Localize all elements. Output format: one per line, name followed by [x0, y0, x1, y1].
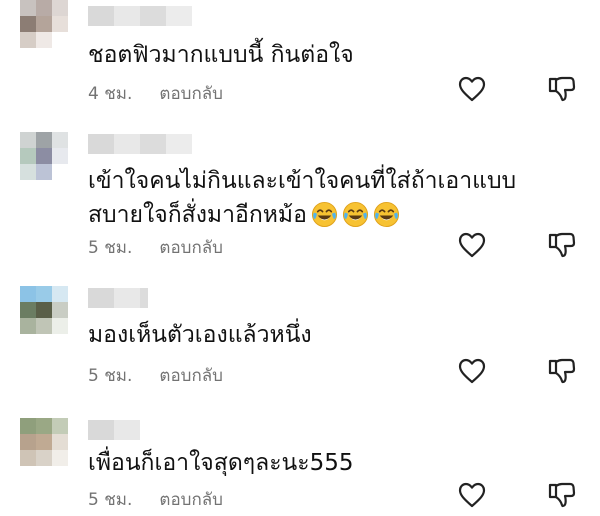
- avatar-pixel: [52, 148, 68, 164]
- thumbs-down-outline-icon[interactable]: [548, 74, 576, 102]
- avatar-pixel: [20, 16, 36, 32]
- avatar-pixel: [52, 450, 68, 466]
- avatar-pixel: [36, 0, 52, 16]
- username-blurred[interactable]: [88, 420, 140, 440]
- comment-meta: 5 ชม. ตอบกลับ: [88, 486, 223, 513]
- avatar[interactable]: [20, 418, 68, 466]
- comment-item: ชอตฟิวมากแบบนี้ กินต่อใจ 4 ชม. ตอบกลับ: [0, 0, 600, 120]
- face-with-tears-of-joy-icon: [342, 201, 368, 228]
- comment-meta: 5 ชม. ตอบกลับ: [88, 234, 223, 261]
- username-blurred[interactable]: [88, 6, 192, 26]
- avatar-pixel: [52, 418, 68, 434]
- face-with-tears-of-joy-icon: [311, 201, 337, 228]
- thumbs-down-outline-icon[interactable]: [548, 480, 576, 508]
- comment-item: เข้าใจคนไม่กินและเข้าใจคนที่ใส่ถ้าเอาแบบ…: [0, 126, 600, 274]
- username-blurred[interactable]: [88, 134, 192, 154]
- comment-time: 5 ชม.: [88, 490, 133, 510]
- comment-text: ชอตฟิวมากแบบนี้ กินต่อใจ: [88, 42, 354, 68]
- comment-time: 4 ชม.: [88, 84, 133, 104]
- avatar-pixel: [20, 318, 36, 334]
- comment-text-body: เข้าใจคนไม่กินและเข้าใจคนที่ใส่ถ้าเอาแบบ…: [88, 168, 517, 228]
- comment-meta: 5 ชม. ตอบกลับ: [88, 362, 223, 389]
- avatar-pixel: [52, 286, 68, 302]
- avatar-pixel: [20, 418, 36, 434]
- username-blurred[interactable]: [88, 288, 148, 308]
- avatar-pixel: [20, 148, 36, 164]
- comment-item: เพื่อนก็เอาใจสุดๆละนะ555 5 ชม. ตอบกลับ: [0, 412, 600, 516]
- heart-outline-icon[interactable]: [458, 358, 486, 384]
- face-with-tears-of-joy-icon: [373, 201, 399, 228]
- avatar-pixel: [52, 434, 68, 450]
- avatar-pixel: [36, 318, 52, 334]
- comment-text: เพื่อนก็เอาใจสุดๆละนะ555: [88, 450, 354, 476]
- avatar-pixel: [20, 164, 36, 180]
- avatar-pixel: [52, 32, 68, 48]
- avatar-pixel: [36, 132, 52, 148]
- thumbs-down-outline-icon[interactable]: [548, 356, 576, 384]
- avatar[interactable]: [20, 0, 68, 48]
- comment-meta: 4 ชม. ตอบกลับ: [88, 80, 223, 107]
- avatar-pixel: [20, 434, 36, 450]
- avatar-pixel: [36, 32, 52, 48]
- avatar-pixel: [36, 450, 52, 466]
- avatar[interactable]: [20, 132, 68, 180]
- avatar-pixel: [36, 418, 52, 434]
- thumbs-down-outline-icon[interactable]: [548, 230, 576, 258]
- avatar-pixel: [52, 16, 68, 32]
- avatar-pixel: [36, 302, 52, 318]
- comment-time: 5 ชม.: [88, 366, 133, 386]
- avatar-pixel: [20, 450, 36, 466]
- avatar-pixel: [52, 0, 68, 16]
- reply-button[interactable]: ตอบกลับ: [159, 490, 223, 510]
- avatar-pixel: [20, 302, 36, 318]
- heart-outline-icon[interactable]: [458, 76, 486, 102]
- avatar-pixel: [36, 16, 52, 32]
- avatar-pixel: [36, 164, 52, 180]
- comment-text: มองเห็นตัวเองแล้วหนึ่ง: [88, 322, 312, 348]
- avatar-pixel: [52, 164, 68, 180]
- avatar-pixel: [52, 302, 68, 318]
- reply-button[interactable]: ตอบกลับ: [159, 84, 223, 104]
- avatar-pixel: [36, 434, 52, 450]
- avatar-pixel: [20, 0, 36, 16]
- avatar-pixel: [36, 286, 52, 302]
- avatar-pixel: [52, 132, 68, 148]
- avatar-pixel: [20, 132, 36, 148]
- comment-text: เข้าใจคนไม่กินและเข้าใจคนที่ใส่ถ้าเอาแบบ…: [88, 164, 540, 232]
- avatar-pixel: [20, 32, 36, 48]
- avatar-pixel: [36, 148, 52, 164]
- heart-outline-icon[interactable]: [458, 482, 486, 508]
- comment-time: 5 ชม.: [88, 238, 133, 258]
- heart-outline-icon[interactable]: [458, 232, 486, 258]
- reply-button[interactable]: ตอบกลับ: [159, 238, 223, 258]
- avatar[interactable]: [20, 286, 68, 334]
- comment-item: มองเห็นตัวเองแล้วหนึ่ง 5 ชม. ตอบกลับ: [0, 284, 600, 394]
- reply-button[interactable]: ตอบกลับ: [159, 366, 223, 386]
- avatar-pixel: [52, 318, 68, 334]
- avatar-pixel: [20, 286, 36, 302]
